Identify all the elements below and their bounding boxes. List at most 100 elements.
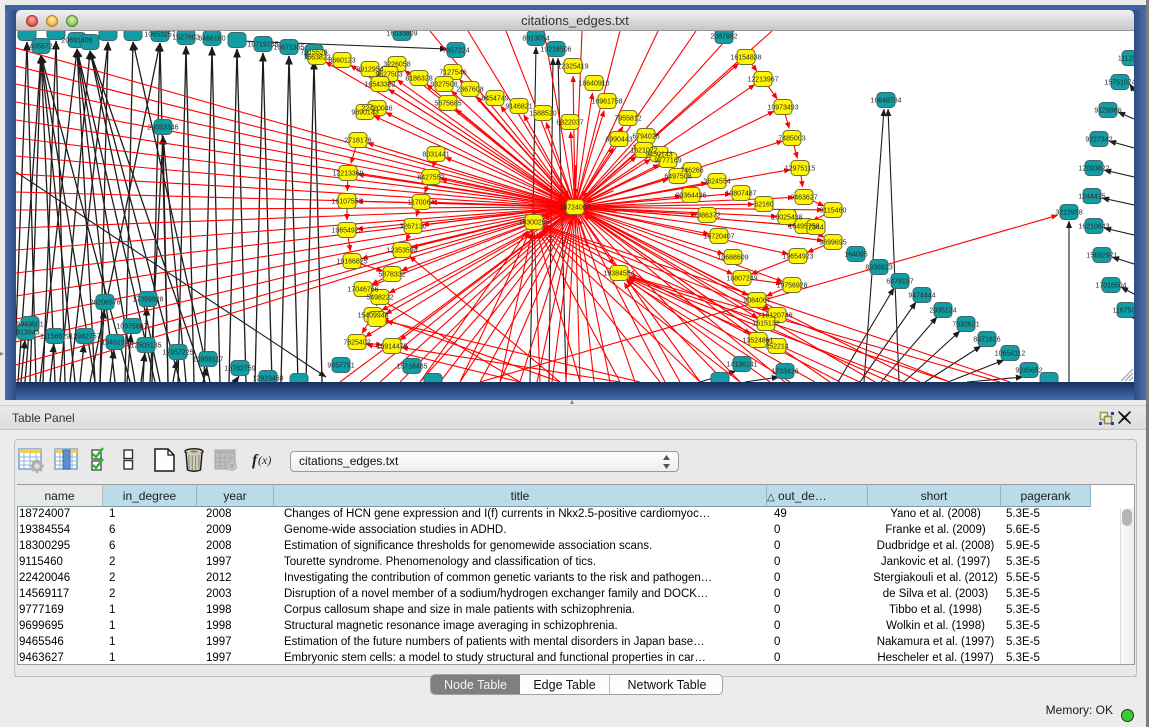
svg-text:5675685: 5675685	[434, 101, 461, 108]
svg-text:18300295: 18300295	[518, 220, 549, 227]
svg-text:9657791: 9657791	[327, 363, 354, 370]
svg-text:8454749: 8454749	[481, 96, 508, 103]
svg-text:9943501: 9943501	[16, 322, 43, 329]
svg-text:9474444: 9474444	[908, 293, 935, 300]
svg-text:12353594: 12353594	[386, 248, 417, 255]
svg-text:9699695: 9699695	[819, 240, 846, 247]
svg-text:15716485: 15716485	[396, 364, 427, 371]
svg-text:1345194: 1345194	[101, 340, 128, 347]
svg-text:12093822: 12093822	[1078, 166, 1109, 173]
svg-text:12505135: 12505135	[130, 343, 161, 350]
svg-text:3267130: 3267130	[399, 224, 426, 231]
svg-text:7955812: 7955812	[614, 116, 641, 123]
svg-text:12975115: 12975115	[785, 166, 816, 173]
svg-text:8990443: 8990443	[605, 137, 632, 144]
svg-text:2935134: 2935134	[929, 308, 956, 315]
svg-text:5498222: 5498222	[366, 295, 393, 302]
svg-text:17359928: 17359928	[132, 297, 163, 304]
svg-text:19218506: 19218506	[540, 47, 571, 54]
svg-text:10807487: 10807487	[725, 191, 756, 198]
svg-text:16210643: 16210643	[1078, 224, 1109, 231]
svg-text:19654923: 19654923	[331, 228, 362, 235]
svg-text:7357224: 7357224	[442, 48, 469, 55]
svg-text:15409948: 15409948	[357, 313, 388, 320]
svg-text:7632621: 7632621	[952, 322, 979, 329]
svg-text:16782759: 16782759	[224, 366, 255, 373]
svg-text:5878332: 5878332	[378, 272, 405, 279]
svg-text:12325419: 12325419	[557, 64, 588, 71]
svg-text:3226058: 3226058	[383, 62, 410, 69]
svg-text:14136141: 14136141	[726, 362, 757, 369]
svg-text:17046766: 17046766	[347, 287, 378, 294]
svg-text:2344: 2344	[808, 225, 824, 232]
svg-text:(x): (x)	[258, 453, 271, 467]
svg-text:18807249: 18807249	[726, 276, 757, 283]
svg-text:15692971: 15692971	[1086, 253, 1117, 260]
svg-text:8427552: 8427552	[417, 175, 444, 182]
svg-text:1588520: 1588520	[529, 111, 556, 118]
svg-text:7386372: 7386372	[693, 213, 720, 220]
svg-text:8322037: 8322037	[556, 120, 583, 127]
svg-text:11156829: 11156829	[40, 334, 70, 341]
svg-text:12213369: 12213369	[332, 171, 363, 178]
svg-text:10973493: 10973493	[767, 105, 798, 112]
svg-text:8471626: 8471626	[973, 337, 1000, 344]
svg-text:7663822: 7663822	[303, 55, 330, 62]
svg-text:12213967: 12213967	[747, 77, 778, 84]
svg-text:20691406: 20691406	[61, 38, 92, 45]
svg-text:15720407: 15720407	[703, 234, 734, 241]
svg-text:17957225: 17957225	[162, 350, 193, 357]
svg-text:2087682: 2087682	[710, 34, 737, 41]
svg-text:18724007: 18724007	[559, 205, 590, 212]
svg-text:19384554: 19384554	[603, 271, 634, 278]
svg-text:19166825: 19166825	[336, 259, 367, 266]
svg-text:10025438: 10025438	[771, 215, 802, 222]
svg-text:16961758: 16961758	[591, 99, 622, 106]
svg-text:1170064: 1170064	[408, 200, 435, 207]
svg-text:18640910: 18640910	[578, 81, 609, 88]
svg-text:9627503: 9627503	[375, 72, 402, 79]
svg-text:10653257: 10653257	[144, 32, 175, 39]
svg-text:9463627: 9463627	[790, 195, 817, 202]
svg-text:9129966: 9129966	[1094, 108, 1121, 115]
svg-text:9245652: 9245652	[1015, 368, 1042, 375]
svg-text:62160: 62160	[754, 202, 774, 209]
svg-text:6794028: 6794028	[632, 134, 659, 141]
svg-text:16914479: 16914479	[376, 344, 407, 351]
svg-text:9084067: 9084067	[743, 298, 770, 305]
svg-text:1615132: 1615132	[752, 321, 779, 328]
svg-text:3624554: 3624554	[703, 179, 730, 186]
svg-text:12942757: 12942757	[69, 334, 100, 341]
svg-text:9327508: 9327508	[430, 82, 457, 89]
svg-text:2718176: 2718176	[344, 138, 371, 145]
svg-text:9115460: 9115460	[820, 208, 847, 215]
svg-text:20364436: 20364436	[675, 193, 706, 200]
svg-text:7625402: 7625402	[343, 340, 370, 347]
svg-text:26206576: 26206576	[89, 300, 120, 307]
svg-text:8938923: 8938923	[865, 265, 892, 272]
svg-text:14055724: 14055724	[25, 44, 56, 51]
svg-text:7127546: 7127546	[439, 70, 466, 77]
svg-text:19654923: 19654923	[782, 254, 813, 261]
svg-text:10958117: 10958117	[193, 357, 224, 364]
svg-text:8813054: 8813054	[522, 36, 549, 43]
svg-text:7485003: 7485003	[778, 136, 805, 143]
svg-text:6497508: 6497508	[664, 174, 691, 181]
svg-text:1112504: 1112504	[1118, 56, 1134, 63]
svg-text:164095: 164095	[844, 252, 867, 259]
svg-text:9890143: 9890143	[351, 110, 378, 117]
svg-text:16107553: 16107553	[331, 199, 362, 206]
svg-text:8660123: 8660123	[328, 58, 355, 65]
svg-text:3913943: 3913943	[16, 330, 40, 337]
svg-text:10654112: 10654112	[995, 351, 1026, 358]
svg-text:8186328: 8186328	[405, 76, 432, 83]
svg-text:16543382: 16543382	[364, 82, 395, 89]
svg-text:8031441: 8031441	[422, 152, 449, 159]
svg-text:17016504: 17016504	[1095, 283, 1126, 290]
svg-text:1167533: 1167533	[1113, 308, 1134, 315]
svg-text:16648784: 16648784	[870, 98, 901, 105]
svg-text:9227342: 9227342	[1085, 137, 1112, 144]
svg-text:16033809: 16033809	[386, 31, 417, 38]
svg-text:16120746: 16120746	[761, 313, 792, 320]
svg-text:6479197: 6479197	[886, 279, 913, 286]
